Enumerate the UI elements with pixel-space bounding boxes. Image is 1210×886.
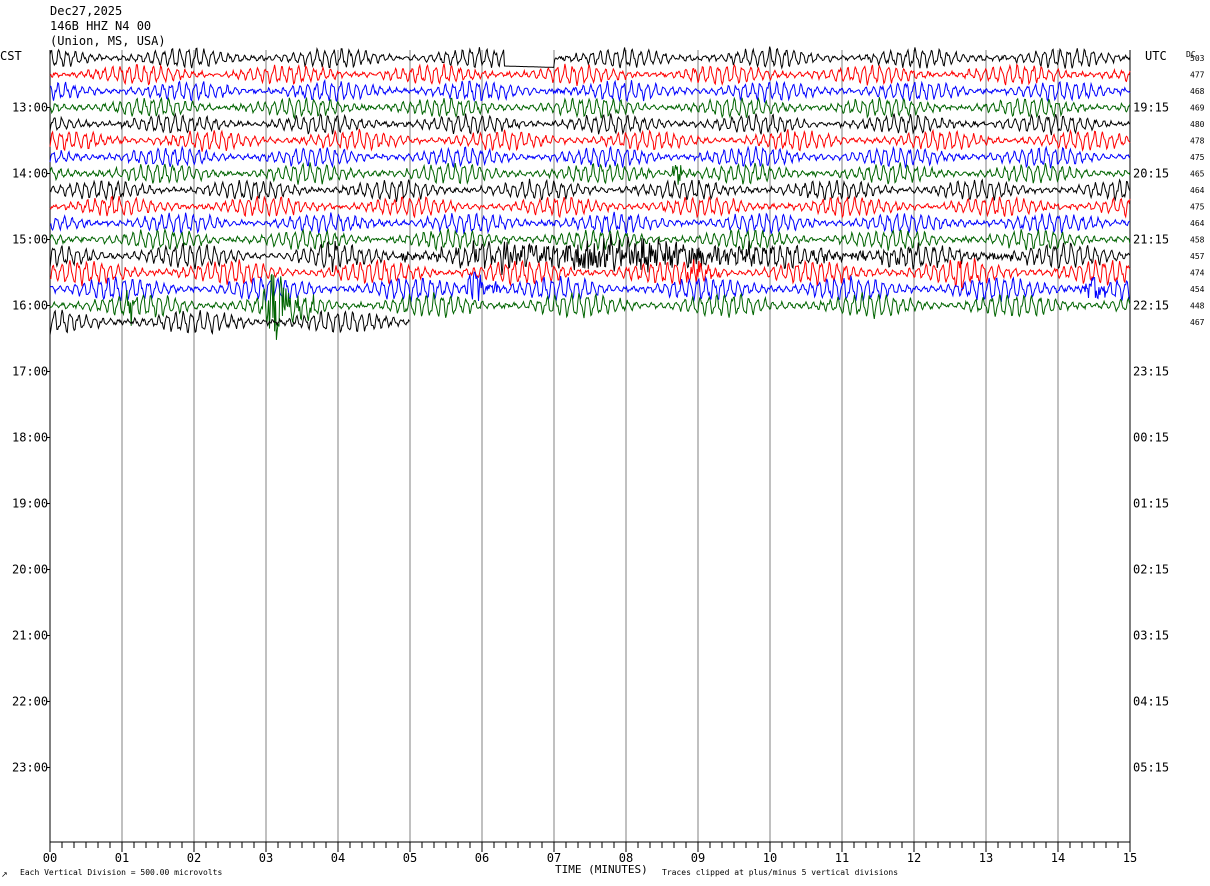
- dc-offset-label: 467: [1190, 318, 1205, 327]
- dc-offset-label: 474: [1190, 269, 1205, 278]
- x-tick-label: 05: [403, 851, 417, 865]
- x-tick-label: 13: [979, 851, 993, 865]
- cst-hour-label: 16:00: [12, 299, 48, 313]
- x-tick-label: 14: [1051, 851, 1065, 865]
- utc-hour-label: 22:15: [1133, 299, 1169, 313]
- cst-hour-label: 20:00: [12, 563, 48, 577]
- utc-hour-label: 01:15: [1133, 497, 1169, 511]
- utc-hour-label: 21:15: [1133, 233, 1169, 247]
- minute-grid: [49, 50, 1131, 842]
- trace-row-6-blue: [49, 145, 1131, 170]
- header-station: 146B HHZ N4 00: [50, 19, 151, 33]
- dc-offset-label: 457: [1190, 252, 1205, 261]
- dc-offset-label: 465: [1190, 170, 1205, 179]
- utc-hour-label: 20:15: [1133, 167, 1169, 181]
- header-location: (Union, MS, USA): [50, 34, 166, 48]
- x-tick-label: 02: [187, 851, 201, 865]
- dc-offset-label: 478: [1190, 137, 1205, 146]
- scale-note: Each Vertical Division = 500.00 microvol…: [20, 868, 222, 877]
- dc-offset-label: 480: [1190, 120, 1205, 129]
- trace-row-14-blue: [49, 271, 1131, 303]
- cst-hour-labels: 13:00 14:00 15:00 16:00 17:00 18:00 19:00 20:00…: [12, 101, 50, 775]
- cst-hour-label: 19:00: [12, 497, 48, 511]
- dc-offset-label: 468: [1190, 87, 1205, 96]
- trace-row-10-blue: [49, 211, 1131, 236]
- trace-row-4-black: [49, 112, 1131, 136]
- utc-hour-label: 23:15: [1133, 365, 1169, 379]
- utc-hour-labels: 19:15 20:15 21:15 22:15 23:15 00:15 01:15 02:15…: [1133, 101, 1169, 775]
- dc-offset-label: 503: [1190, 54, 1205, 63]
- x-tick-label: 09: [691, 851, 705, 865]
- x-tick-label: 12: [907, 851, 921, 865]
- cst-hour-label: 14:00: [12, 167, 48, 181]
- utc-hour-label: 19:15: [1133, 101, 1169, 115]
- x-tick-label: 11: [835, 851, 849, 865]
- seismic-traces: [49, 46, 1131, 340]
- dc-offset-label: 458: [1190, 236, 1205, 245]
- cst-hour-label: 18:00: [12, 431, 48, 445]
- header-date: Dec27,2025: [50, 4, 122, 18]
- dc-offset-label: 464: [1190, 186, 1205, 195]
- cst-hour-label: 21:00: [12, 629, 48, 643]
- utc-hour-label: 00:15: [1133, 431, 1169, 445]
- cst-hour-label: 15:00: [12, 233, 48, 247]
- utc-hour-label: 04:15: [1133, 695, 1169, 709]
- trace-row-16-black: [49, 309, 410, 336]
- trace-row-7-green: [49, 162, 1131, 185]
- trace-row-0-black: [49, 46, 1131, 70]
- cst-axis-label: CST: [0, 49, 22, 63]
- trace-row-8-black: [49, 178, 1131, 202]
- clip-note: Traces clipped at plus/minus 5 vertical …: [662, 868, 898, 877]
- trace-row-2-blue: [49, 78, 1131, 103]
- dc-offset-label: 475: [1190, 203, 1205, 212]
- dc-offset-label: 475: [1190, 153, 1205, 162]
- utc-axis-label: UTC: [1145, 49, 1167, 63]
- x-tick-label: 01: [115, 851, 129, 865]
- dc-offset-label: 469: [1190, 104, 1205, 113]
- cst-hour-label: 13:00: [12, 101, 48, 115]
- dc-offset-label: 464: [1190, 219, 1205, 228]
- trace-row-5-red: [49, 128, 1131, 152]
- utc-hour-label: 02:15: [1133, 563, 1169, 577]
- helicorder-plot: Dec27,2025 146B HHZ N4 00 (Union, MS, US…: [0, 4, 1205, 879]
- trace-row-11-green: [49, 227, 1131, 252]
- dc-offset-label: 454: [1190, 285, 1205, 294]
- x-tick-label: 04: [331, 851, 345, 865]
- dc-offset-label: 477: [1190, 71, 1205, 80]
- x-tick-label: 00: [43, 851, 57, 865]
- dc-offset-label: 448: [1190, 302, 1205, 311]
- x-axis: 00 01 02 03 04 05 06 07 08 09 10 11 12 13 14 15: [43, 841, 1137, 865]
- trace-row-9-red: [49, 195, 1131, 219]
- utc-hour-label: 03:15: [1133, 629, 1169, 643]
- cst-hour-label: 17:00: [12, 365, 48, 379]
- corner-mark: ↗: [1, 870, 8, 879]
- dc-offset-labels: 503 477 468 469 480 478 475 465 464 475 464 458 457 4…: [1190, 54, 1205, 327]
- x-tick-label: 06: [475, 851, 489, 865]
- x-tick-label: 10: [763, 851, 777, 865]
- x-axis-title: TIME (MINUTES): [555, 863, 648, 876]
- x-tick-label: 03: [259, 851, 273, 865]
- trace-row-15-green: [49, 273, 1131, 340]
- trace-row-3-green: [49, 96, 1131, 120]
- cst-hour-label: 22:00: [12, 695, 48, 709]
- utc-hour-label: 05:15: [1133, 761, 1169, 775]
- x-tick-label: 15: [1123, 851, 1137, 865]
- cst-hour-label: 23:00: [12, 761, 48, 775]
- trace-row-1-red: [49, 63, 1131, 86]
